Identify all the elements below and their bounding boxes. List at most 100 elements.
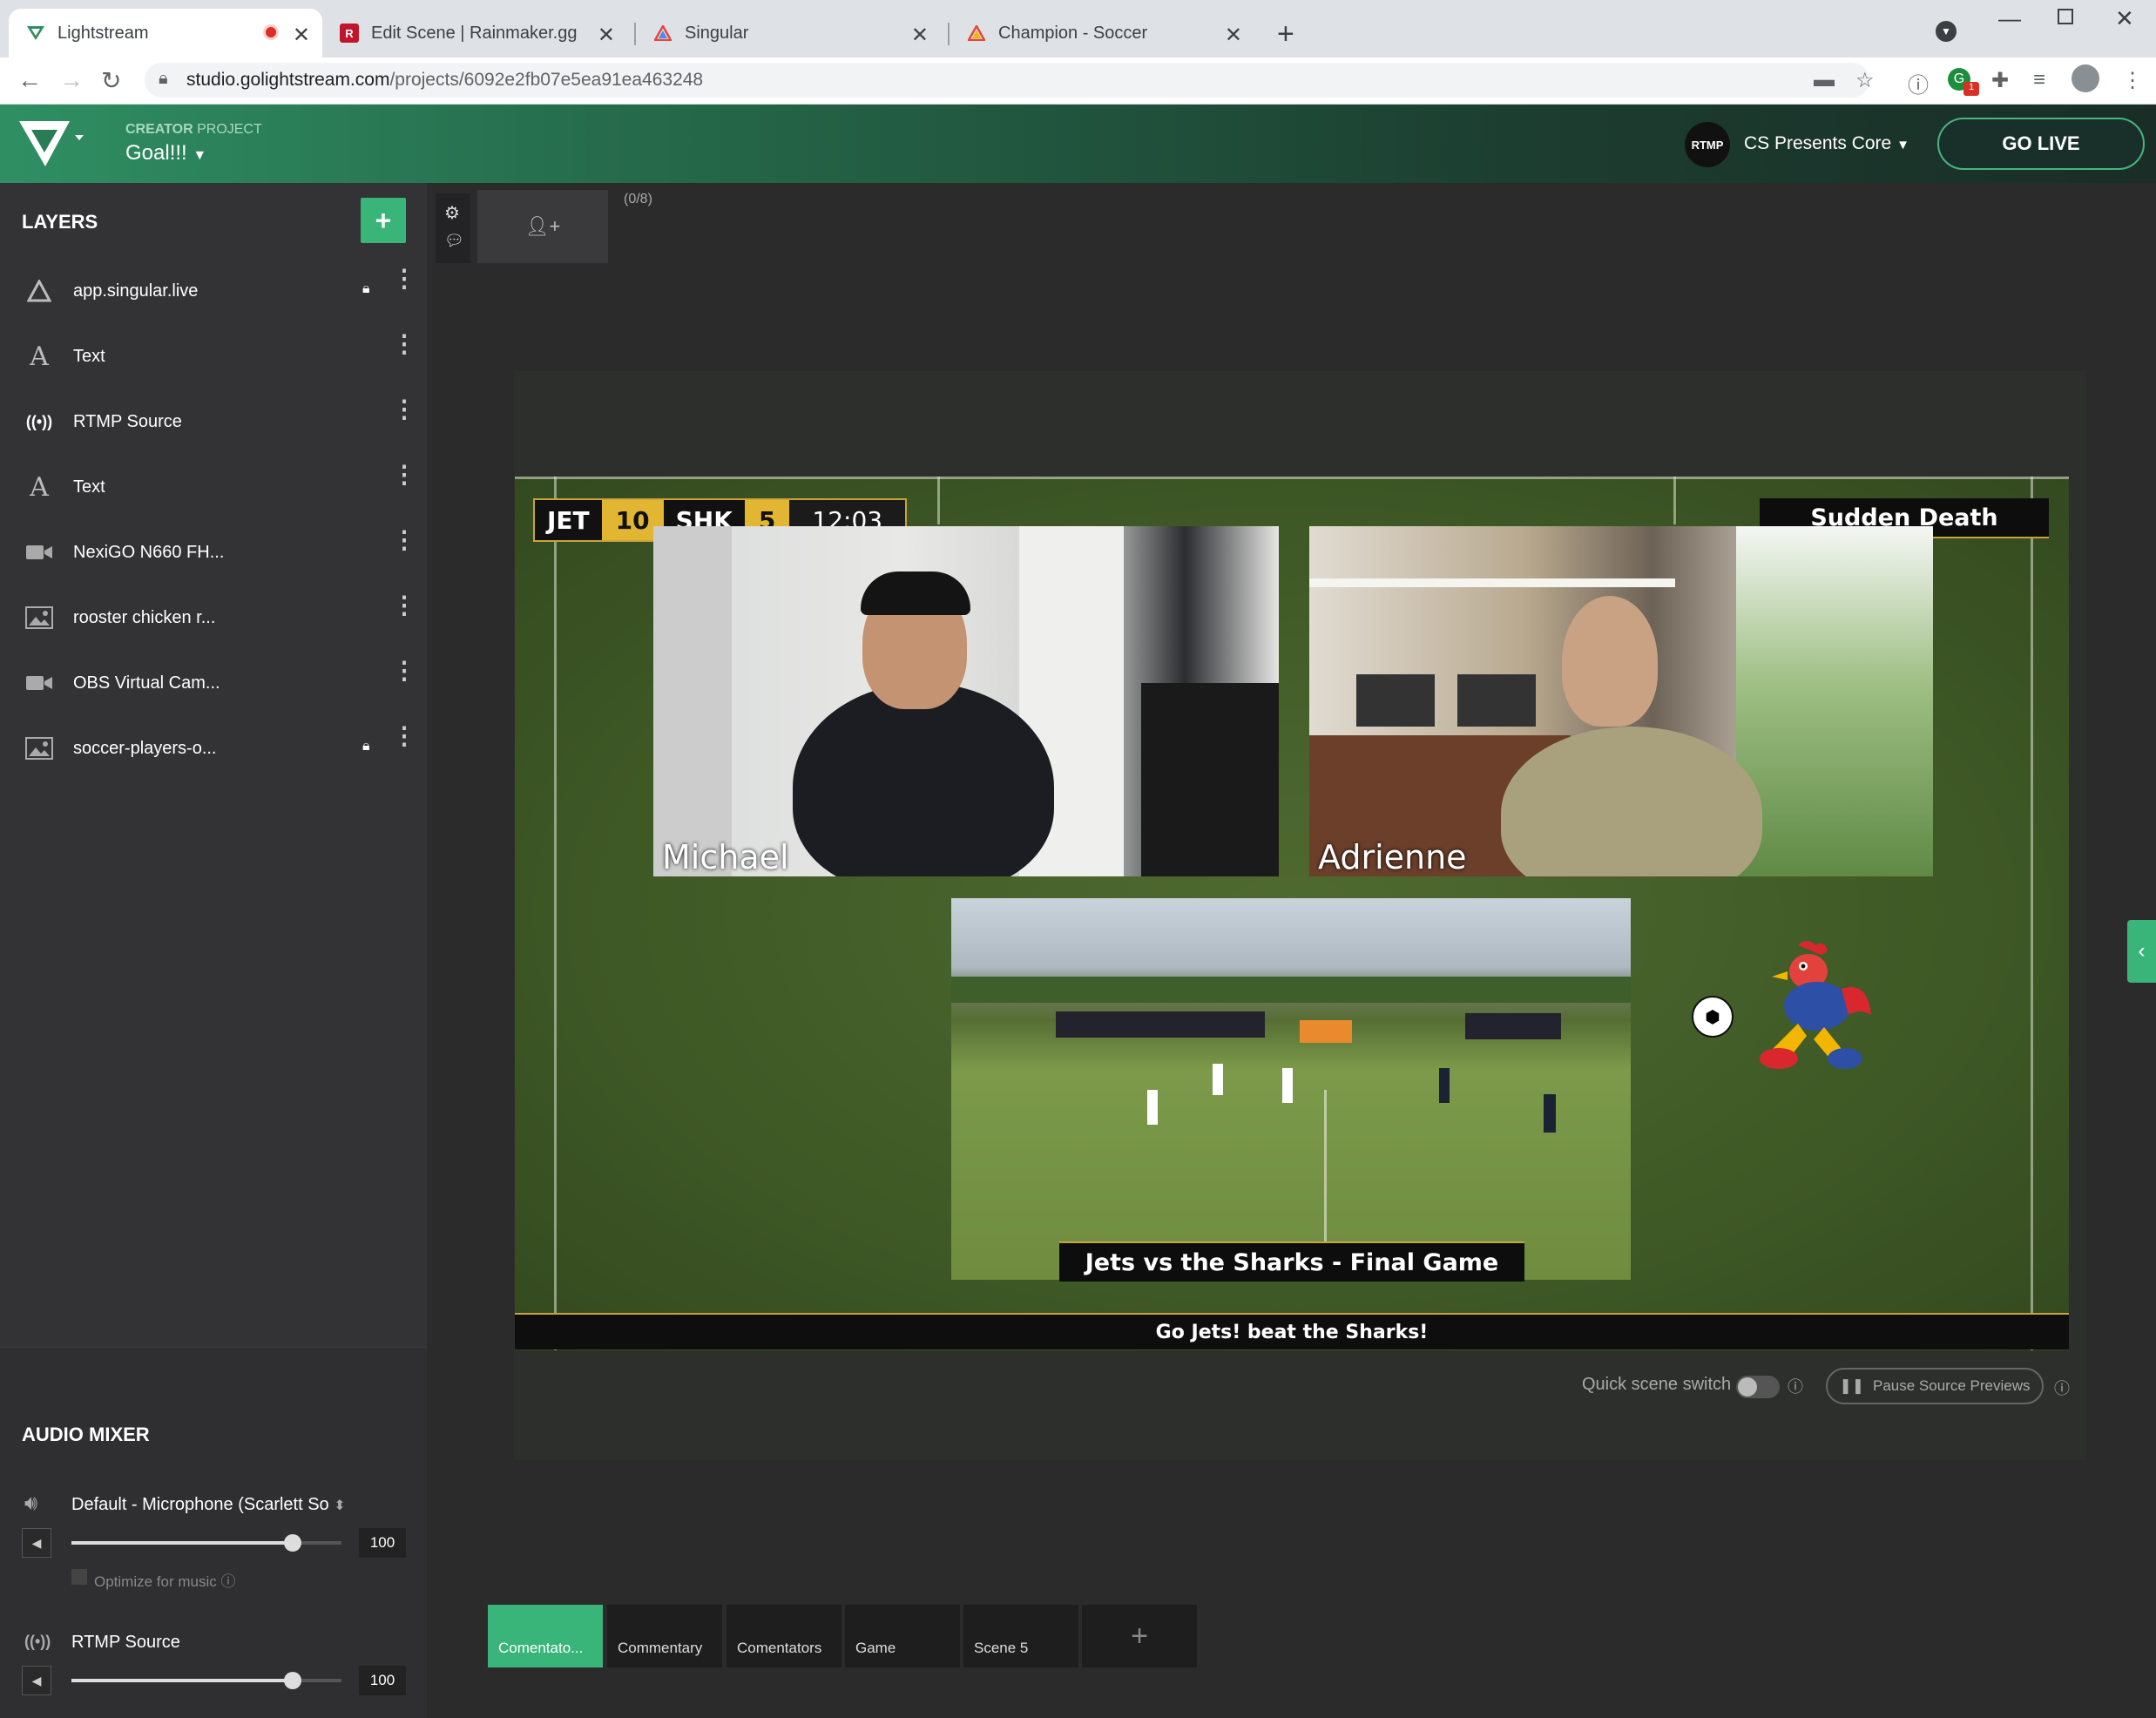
project-name-dropdown[interactable]: Goal!!! ▼ (125, 141, 206, 166)
guest-count: (0/8) (624, 192, 652, 206)
more-options-icon[interactable]: ⋮ (392, 332, 416, 356)
volume-knob[interactable] (284, 1672, 301, 1689)
layer-item[interactable]: NexiGO N660 FH... ⋮ (0, 520, 427, 585)
more-options-icon[interactable]: ⋮ (392, 463, 416, 487)
mute-button[interactable]: ◀ (22, 1666, 51, 1695)
rainmaker-favicon-icon: R (340, 24, 359, 43)
close-window-icon[interactable]: ✕ (2115, 5, 2134, 32)
bookmark-star-icon[interactable]: ☆ (1855, 68, 1875, 93)
lock-icon[interactable]: 🔒︎ (362, 281, 370, 297)
audio-channel-name: Default - Microphone (Scarlett So ⬍ (71, 1495, 346, 1514)
media-queue-icon[interactable]: ≡ (2033, 68, 2045, 92)
browser-tab-champion[interactable]: Champion - Soccer ✕ (958, 9, 1254, 57)
info-icon[interactable]: ⓘ (1788, 1375, 1803, 1397)
url-text[interactable]: studio.golightstream.com/projects/6092e2… (186, 70, 703, 91)
password-manager-icon[interactable]: ⓘ (1908, 68, 1929, 98)
audio-channel-name: RTMP Source (71, 1633, 180, 1652)
close-tab-icon[interactable]: ✕ (1225, 23, 1242, 48)
add-scene-button[interactable]: + (1082, 1605, 1197, 1667)
volume-value[interactable]: 100 (359, 1666, 406, 1695)
camera-name-label: Michael (662, 838, 789, 876)
layer-item[interactable]: rooster chicken r... ⋮ (0, 585, 427, 650)
layer-label: NexiGO N660 FH... (73, 543, 225, 562)
more-options-icon[interactable]: ⋮ (392, 397, 416, 422)
close-tab-icon[interactable]: ✕ (293, 23, 310, 48)
volume-knob[interactable] (284, 1534, 301, 1552)
add-layer-button[interactable]: + (361, 198, 406, 243)
ceiling-light (1309, 578, 1675, 587)
toggle-knob (1738, 1377, 1757, 1397)
field-line (2031, 477, 2033, 1350)
tab-title: Lightstream (57, 23, 149, 43)
quick-scene-switch-toggle[interactable] (1736, 1376, 1780, 1398)
layer-item[interactable]: A Text ⋮ (0, 324, 427, 389)
forward-icon[interactable]: → (59, 66, 84, 94)
layer-item[interactable]: OBS Virtual Cam... ⋮ (0, 651, 427, 715)
broadcast-icon: ((•)) (24, 1633, 51, 1650)
field-line (937, 477, 940, 524)
window-view (1736, 526, 1933, 876)
close-tab-icon[interactable]: ✕ (598, 23, 615, 48)
gear-icon[interactable]: ⚙ (444, 202, 460, 224)
browser-tab-lightstream[interactable]: Lightstream ✕ (9, 9, 322, 57)
select-arrows-icon[interactable]: ⬍ (334, 1498, 345, 1513)
invite-guest-button[interactable]: 👤︎+ (477, 190, 608, 263)
close-tab-icon[interactable]: ✕ (911, 23, 929, 48)
lightstream-favicon-icon (26, 24, 45, 43)
mute-button[interactable]: ◀ (22, 1528, 51, 1558)
office-monitor (1457, 674, 1536, 727)
maximize-icon[interactable] (2058, 9, 2073, 24)
layer-item[interactable]: ((•)) RTMP Source ⋮ (0, 389, 427, 454)
volume-value[interactable]: 100 (359, 1528, 406, 1558)
optimize-music-checkbox[interactable] (71, 1569, 87, 1585)
destination-profile-dropdown[interactable]: CS Presents Core ▼ (1744, 133, 1909, 154)
camera-name-label: Adrienne (1318, 838, 1467, 876)
layer-item[interactable]: A Text ⋮ (0, 455, 427, 519)
more-options-icon[interactable]: ⋮ (392, 724, 416, 748)
lightstream-logo-icon[interactable] (17, 118, 87, 174)
person-hair (861, 572, 970, 615)
player (1282, 1068, 1293, 1103)
more-options-icon[interactable]: ⋮ (392, 528, 416, 552)
layer-item[interactable]: app.singular.live 🔒︎ ⋮ (0, 259, 427, 323)
pause-source-previews-button[interactable]: ❚❚ Pause Source Previews (1826, 1368, 2044, 1404)
volume-slider[interactable] (71, 1672, 341, 1689)
scene-tab[interactable]: Game (845, 1605, 960, 1667)
info-icon[interactable]: ⓘ (220, 1573, 235, 1590)
more-options-icon[interactable]: ⋮ (392, 593, 416, 618)
reload-icon[interactable]: ↻ (101, 66, 121, 95)
new-tab-icon[interactable]: + (1277, 17, 1294, 51)
chevron-down-icon: ▼ (193, 148, 207, 163)
extensions-puzzle-icon[interactable]: ✚ (1991, 68, 2009, 93)
scene-tab[interactable]: Scene 5 (963, 1605, 1078, 1667)
minimize-icon[interactable]: — (1998, 5, 2021, 32)
more-options-icon[interactable]: ⋮ (392, 267, 416, 291)
browser-tab-strip: Lightstream ✕ R Edit Scene | Rainmaker.g… (0, 0, 2156, 57)
profile-avatar[interactable] (2072, 64, 2099, 92)
browser-tab-rainmaker[interactable]: R Edit Scene | Rainmaker.gg ✕ (331, 9, 627, 57)
office-monitor (1356, 674, 1435, 727)
layer-label: soccer-players-o... (73, 739, 217, 758)
scene-tab[interactable]: Comentato... (488, 1605, 603, 1667)
panel-expand-tab[interactable]: ‹ (2127, 920, 2156, 983)
back-icon[interactable]: ← (17, 66, 42, 94)
chat-icon[interactable]: 💬︎ (444, 232, 464, 250)
orange-tent (1300, 1020, 1352, 1043)
scene-tab[interactable]: Commentary (607, 1605, 722, 1667)
tab-search-icon[interactable]: ▼ (1936, 21, 1957, 42)
add-user-icon: 👤︎+ (524, 215, 561, 237)
more-options-icon[interactable]: ⋮ (392, 659, 416, 683)
person-face (1562, 596, 1658, 727)
browser-tab-singular[interactable]: Singular ✕ (645, 9, 941, 57)
lock-icon[interactable]: 🔒︎ (362, 739, 370, 754)
go-live-button[interactable]: GO LIVE (1937, 118, 2145, 170)
scene-tab[interactable]: Comentators (727, 1605, 841, 1667)
person-torso (793, 683, 1054, 876)
camera-permission-icon[interactable]: ▬ (1814, 68, 1835, 92)
layer-item[interactable]: soccer-players-o... 🔒︎ ⋮ (0, 716, 427, 781)
lock-icon[interactable]: 🔒︎ (159, 69, 168, 89)
volume-slider[interactable] (71, 1534, 341, 1552)
browser-menu-icon[interactable]: ⋮ (2122, 68, 2143, 93)
info-icon[interactable]: ⓘ (2054, 1376, 2070, 1399)
layer-label: Text (73, 347, 105, 366)
